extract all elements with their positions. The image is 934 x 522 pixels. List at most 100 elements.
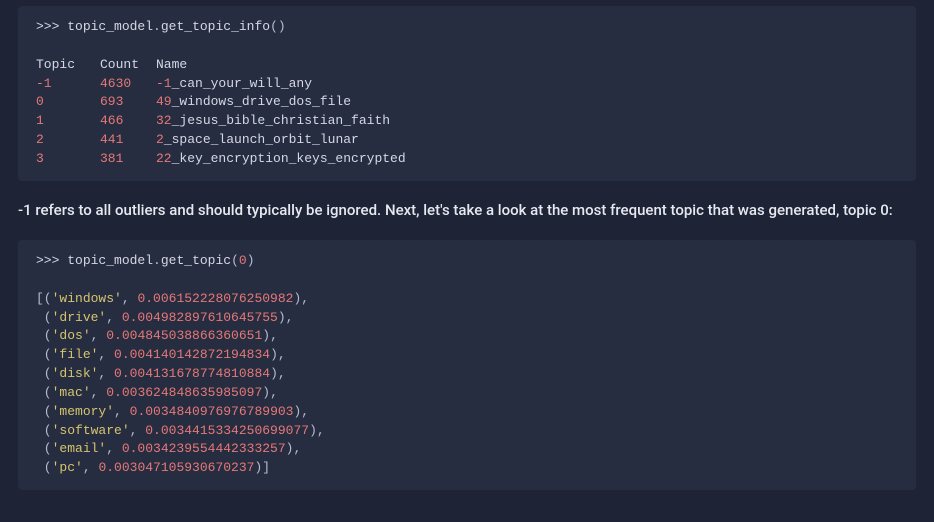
tuple-word: 'email' (52, 441, 107, 456)
list-open: ( (36, 441, 52, 456)
comma: , (98, 366, 114, 381)
cell-name: 49_windows_drive_dos_file (156, 93, 351, 112)
tuple-value: 0.003047105930670237 (98, 460, 254, 475)
code-command: >>> topic_model.get_topic(0) (36, 252, 898, 271)
name-prefix-num: 49 (156, 94, 172, 109)
name-suffix: _windows_drive_dos_file (172, 94, 351, 109)
code-obj: topic_model (67, 19, 153, 34)
tuple-close: ), (278, 310, 294, 325)
table-header: TopicCountName (36, 56, 898, 75)
list-open: ( (36, 460, 52, 475)
cell-name: -1_can_your_will_any (156, 75, 312, 94)
tuple-close: ), (286, 441, 302, 456)
tuple-word: 'software' (52, 423, 130, 438)
col-header-topic: Topic (36, 56, 100, 75)
code-block-topic-info: >>> topic_model.get_topic_info() TopicCo… (18, 6, 916, 181)
comma: , (114, 404, 130, 419)
tuple-value: 0.0034239554442333257 (122, 441, 286, 456)
tuple-value: 0.004140142872194834 (114, 347, 270, 362)
tuple-close: ), (262, 385, 278, 400)
spacer (36, 37, 898, 56)
tuple-value: 0.0034415334250699077 (145, 423, 309, 438)
name-suffix: _space_launch_orbit_lunar (164, 132, 359, 147)
tuple-close: ), (293, 404, 309, 419)
tuple-close: ), (270, 347, 286, 362)
list-open: ( (36, 366, 52, 381)
table-row: 146632_jesus_bible_christian_faith (36, 112, 898, 131)
cell-name: 22_key_encryption_keys_encrypted (156, 150, 406, 169)
tuple-value: 0.006152228076250982 (137, 291, 293, 306)
comma: , (122, 291, 138, 306)
cell-topic: 3 (36, 150, 100, 169)
name-suffix: _key_encryption_keys_encrypted (172, 151, 406, 166)
prose-paragraph: -1 refers to all outliers and should typ… (18, 199, 916, 222)
table-row: 24412_space_launch_orbit_lunar (36, 131, 898, 150)
name-prefix-num: -1 (156, 76, 172, 91)
tuple-close: ), (262, 328, 278, 343)
cell-topic: 2 (36, 131, 100, 150)
name-prefix-num: 2 (156, 132, 164, 147)
result-list: [('windows', 0.006152228076250982), ('dr… (36, 290, 898, 478)
cell-name: 2_space_launch_orbit_lunar (156, 131, 359, 150)
cell-count: 381 (100, 150, 156, 169)
code-arg: 0 (239, 253, 247, 268)
code-parens: () (270, 19, 286, 34)
list-open: ( (36, 347, 52, 362)
list-open: ( (36, 310, 52, 325)
cell-topic: 1 (36, 112, 100, 131)
comma: , (91, 328, 107, 343)
code-command: >>> topic_model.get_topic_info() (36, 18, 898, 37)
tuple-word: 'disk' (52, 366, 99, 381)
comma: , (83, 460, 99, 475)
tuple-close: ), (270, 366, 286, 381)
list-open: ( (36, 328, 52, 343)
cell-topic: 0 (36, 93, 100, 112)
comma: , (91, 385, 107, 400)
cell-topic: -1 (36, 75, 100, 94)
tuple-close: ), (309, 423, 325, 438)
cell-count: 693 (100, 93, 156, 112)
name-suffix: _can_your_will_any (172, 76, 312, 91)
tuple-word: 'pc' (52, 460, 83, 475)
tuple-word: 'memory' (52, 404, 114, 419)
name-prefix-num: 22 (156, 151, 172, 166)
table-body: -14630-1_can_your_will_any069349_windows… (36, 75, 898, 169)
cell-count: 4630 (100, 75, 156, 94)
tuple-value: 0.004131678774810884 (114, 366, 270, 381)
tuple-value: 0.0034840976976789903 (130, 404, 294, 419)
code-method: get_topic_info (161, 19, 270, 34)
tuple-value: 0.003624848635985097 (106, 385, 262, 400)
list-open: ( (36, 423, 52, 438)
list-open: ( (36, 404, 52, 419)
tuple-value: 0.004845038866360651 (106, 328, 262, 343)
name-suffix: _jesus_bible_christian_faith (172, 113, 390, 128)
code-dot: . (153, 19, 161, 34)
table-row: 338122_key_encryption_keys_encrypted (36, 150, 898, 169)
code-dot: . (153, 253, 161, 268)
tuple-word: 'drive' (52, 310, 107, 325)
table-row: -14630-1_can_your_will_any (36, 75, 898, 94)
comma: , (98, 347, 114, 362)
tuple-word: 'file' (52, 347, 99, 362)
col-header-count: Count (100, 56, 156, 75)
name-prefix-num: 32 (156, 113, 172, 128)
tuple-word: 'windows' (52, 291, 122, 306)
code-obj: topic_model (67, 253, 153, 268)
code-block-get-topic: >>> topic_model.get_topic(0) [('windows'… (18, 240, 916, 490)
col-header-name: Name (156, 56, 187, 75)
spacer (36, 271, 898, 290)
paren-close: ) (247, 253, 255, 268)
cell-count: 466 (100, 112, 156, 131)
tuple-value: 0.004982897610645755 (122, 310, 278, 325)
cell-name: 32_jesus_bible_christian_faith (156, 112, 390, 131)
list-open: ( (36, 385, 52, 400)
tuple-close: ), (293, 291, 309, 306)
paren-open: ( (231, 253, 239, 268)
tuple-word: 'mac' (52, 385, 91, 400)
cell-count: 441 (100, 131, 156, 150)
prompt-symbol: >>> (36, 19, 67, 34)
comma: , (106, 310, 122, 325)
prompt-symbol: >>> (36, 253, 67, 268)
comma: , (106, 441, 122, 456)
tuple-word: 'dos' (52, 328, 91, 343)
